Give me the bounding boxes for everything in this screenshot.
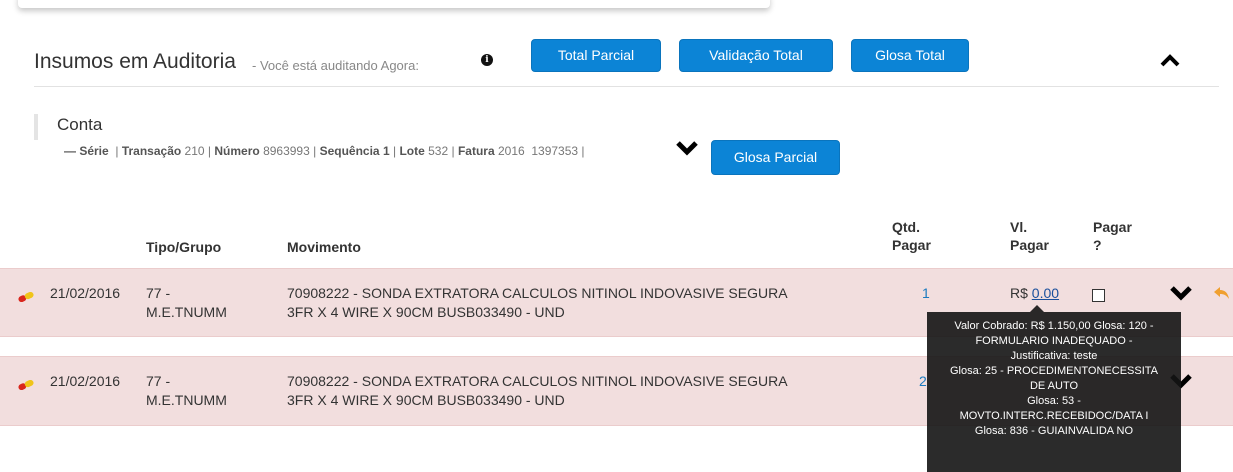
tooltip-line: Glosa: 25 - PROCEDIMENTONECESSITA <box>949 365 1159 377</box>
lote-label: Lote <box>399 144 425 158</box>
header-divider <box>34 86 1219 87</box>
tooltip-line: MOVTO.INTERC.RECEBIDOC/DATA I <box>959 410 1149 422</box>
tooltip-line: Glosa: 53 - <box>1027 395 1081 407</box>
transacao-label: Transação <box>121 144 182 158</box>
section-header: Insumos em Auditoria - Você está auditan… <box>0 36 1233 88</box>
header-qtd-line1: Qtd. <box>892 219 920 235</box>
tooltip-line: FORMULARIO INADEQUADO - <box>975 335 1133 347</box>
pill-icon <box>18 292 34 302</box>
lote-value: 532 <box>428 144 449 158</box>
serie-label: — Série <box>64 144 109 158</box>
header-vl-line1: Vl. <box>1010 219 1028 235</box>
tooltip-line: Justificativa: teste <box>1010 350 1098 362</box>
transacao-value: 210 <box>184 144 205 158</box>
page-subtitle: - Você está auditando Agora: <box>252 58 419 73</box>
total-parcial-button[interactable]: Total Parcial <box>531 39 661 72</box>
validacao-total-button[interactable]: Validação Total <box>679 39 833 72</box>
header-tipo-grupo: Tipo/Grupo <box>146 239 222 255</box>
row-mov-line2: 3FR X 4 WIRE X 90CM BUSB033490 - UND <box>287 392 565 408</box>
chevron-down-icon[interactable] <box>676 139 698 157</box>
row-mov-line2: 3FR X 4 WIRE X 90CM BUSB033490 - UND <box>287 304 565 320</box>
row-tipo: 77 - M.E.TNUMM <box>146 372 227 410</box>
header-vl-line2: Pagar <box>1010 237 1049 253</box>
header-movimento: Movimento <box>287 239 361 255</box>
row-qtd-link[interactable]: 1 <box>922 284 930 303</box>
undo-icon[interactable] <box>1212 285 1230 301</box>
row-tipo-line1: 77 - <box>146 285 171 301</box>
row-tipo-line2: M.E.TNUMM <box>146 392 227 408</box>
tooltip-arrow <box>1030 305 1044 312</box>
conta-title: Conta <box>57 115 103 134</box>
fatura-label: Fatura <box>457 144 495 158</box>
conta-meta: — Série | Transação 210 | Número 8963993… <box>64 144 585 158</box>
row-tipo-line2: M.E.TNUMM <box>146 304 227 320</box>
header-pagar-line1: Pagar <box>1093 219 1132 235</box>
chevron-up-icon[interactable] <box>1160 52 1180 68</box>
row-tipo: 77 - M.E.TNUMM <box>146 284 227 322</box>
row-vl-prefix: R$ <box>1010 285 1028 301</box>
row-qtd-link[interactable]: 2 <box>919 372 927 391</box>
sequencia-label: Sequência <box>319 144 380 158</box>
row-movimento: 70908222 - SONDA EXTRATORA CALCULOS NITI… <box>287 372 788 410</box>
pagar-checkbox[interactable] <box>1092 289 1105 302</box>
numero-value: 8963993 <box>263 144 310 158</box>
top-panel-shadow <box>18 0 770 8</box>
page-title: Insumos em Auditoria <box>34 50 236 73</box>
glosa-tooltip: Valor Cobrado: R$ 1.150,00 Glosa: 120 - … <box>927 312 1181 472</box>
row-movimento: 70908222 - SONDA EXTRATORA CALCULOS NITI… <box>287 284 788 322</box>
glosa-parcial-button[interactable]: Glosa Parcial <box>711 140 840 175</box>
header-pagar-line2: ? <box>1093 237 1102 253</box>
info-icon[interactable]: i <box>481 54 493 66</box>
header-pagar: Pagar ? <box>1093 218 1132 254</box>
chevron-down-icon[interactable] <box>1170 284 1192 302</box>
tooltip-line: Glosa: 836 - GUIAINVALIDA NO <box>974 425 1134 437</box>
numero-label: Número <box>214 144 260 158</box>
tooltip-line: DE AUTO <box>1029 380 1079 392</box>
tooltip-line: Valor Cobrado: R$ 1.150,00 Glosa: 120 - <box>954 320 1154 332</box>
extra-value: 1397353 <box>531 144 579 158</box>
row-mov-line1: 70908222 - SONDA EXTRATORA CALCULOS NITI… <box>287 373 788 389</box>
row-tipo-line1: 77 - <box>146 373 171 389</box>
row-vl-link[interactable]: 0.00 <box>1032 285 1059 301</box>
header-qtd-line2: Pagar <box>892 237 931 253</box>
header-qtd-pagar: Qtd. Pagar <box>892 218 931 254</box>
sequencia-value: 1 <box>382 144 390 158</box>
glosa-total-button[interactable]: Glosa Total <box>851 39 969 72</box>
fatura-value: 2016 <box>497 144 525 158</box>
header-vl-pagar: Vl. Pagar <box>1010 218 1049 254</box>
row-date: 21/02/2016 <box>50 373 121 389</box>
pill-icon <box>18 380 34 390</box>
row-vl-pagar: R$ 0.00 <box>1010 284 1059 303</box>
conta-accent-bar <box>34 114 38 140</box>
row-date: 21/02/2016 <box>50 285 121 301</box>
row-mov-line1: 70908222 - SONDA EXTRATORA CALCULOS NITI… <box>287 285 788 301</box>
